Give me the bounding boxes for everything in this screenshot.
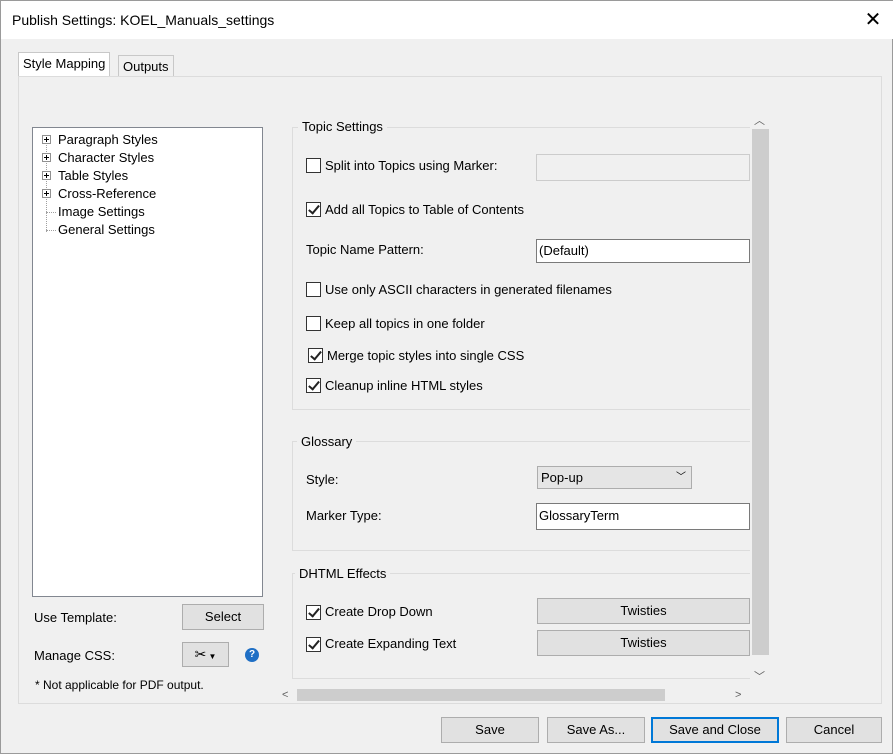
split-marker-input[interactable]: [536, 154, 750, 181]
topic-name-pattern-label: Topic Name Pattern:: [306, 242, 424, 257]
manage-css-label: Manage CSS:: [34, 648, 115, 663]
tree-item-table-styles[interactable]: Table Styles: [58, 168, 128, 184]
tree-item-cross-reference[interactable]: Cross-Reference: [58, 186, 156, 202]
scroll-left-icon[interactable]: <: [282, 689, 288, 701]
chevron-down-icon: ﹀: [676, 472, 686, 483]
cleanup-html-checkbox[interactable]: [306, 378, 321, 393]
tree-item-character-styles[interactable]: Character Styles: [58, 150, 154, 166]
select-template-button[interactable]: Select: [182, 604, 264, 630]
create-expanding-text-label: Create Expanding Text: [325, 636, 457, 651]
tree-item-general-settings[interactable]: General Settings: [58, 222, 155, 238]
style-tree[interactable]: Paragraph Styles Character Styles Table …: [32, 127, 263, 597]
add-toc-label: Add all Topics to Table of Contents: [325, 202, 524, 217]
dhtml-effects-group: [292, 573, 750, 679]
topic-name-pattern-input[interactable]: (Default): [536, 239, 750, 263]
tree-item-paragraph-styles[interactable]: Paragraph Styles: [58, 132, 158, 148]
cancel-button[interactable]: Cancel: [786, 717, 882, 743]
glossary-style-select[interactable]: Pop-up ﹀: [537, 466, 692, 489]
glossary-group: [292, 441, 750, 551]
merge-css-checkbox[interactable]: [308, 348, 323, 363]
ascii-filenames-label: Use only ASCII characters in generated f…: [325, 282, 612, 297]
expand-icon[interactable]: [42, 135, 51, 144]
tree-item-image-settings[interactable]: Image Settings: [58, 204, 145, 220]
chevron-down-icon: ▼: [206, 652, 217, 661]
save-button[interactable]: Save: [441, 717, 539, 743]
one-folder-label: Keep all topics in one folder: [325, 316, 485, 331]
tab-style-mapping[interactable]: Style Mapping: [18, 52, 111, 76]
manage-css-button[interactable]: ✂ ▼: [182, 642, 229, 667]
topic-settings-title: Topic Settings: [298, 119, 387, 134]
title-bar: Publish Settings: KOEL_Manuals_settings …: [1, 1, 893, 39]
glossary-title: Glossary: [297, 434, 357, 449]
expand-icon[interactable]: [42, 153, 51, 162]
drop-down-twisties-button[interactable]: Twisties: [537, 598, 750, 624]
add-toc-checkbox[interactable]: [306, 202, 321, 217]
tree-guide-line: [46, 212, 56, 213]
pdf-note: * Not applicable for PDF output.: [35, 678, 204, 692]
split-topics-label: Split into Topics using Marker:: [325, 158, 498, 173]
expand-icon[interactable]: [42, 189, 51, 198]
save-as-button[interactable]: Save As...: [547, 717, 645, 743]
expanding-text-twisties-button[interactable]: Twisties: [537, 630, 750, 656]
split-topics-checkbox[interactable]: [306, 158, 321, 173]
tab-outputs[interactable]: Outputs: [118, 55, 174, 77]
create-drop-down-label: Create Drop Down: [325, 604, 433, 619]
use-template-label: Use Template:: [34, 610, 117, 625]
horizontal-scrollbar-thumb[interactable]: [297, 689, 665, 701]
help-icon[interactable]: ?: [245, 648, 259, 662]
expand-icon[interactable]: [42, 171, 51, 180]
vertical-scrollbar-thumb[interactable]: [752, 129, 769, 655]
dialog-title: Publish Settings: KOEL_Manuals_settings: [12, 12, 275, 28]
save-and-close-button[interactable]: Save and Close: [651, 717, 779, 743]
cleanup-html-label: Cleanup inline HTML styles: [325, 378, 483, 393]
glossary-style-value: Pop-up: [541, 470, 583, 485]
create-drop-down-checkbox[interactable]: [306, 605, 321, 620]
marker-type-input[interactable]: GlossaryTerm: [536, 503, 750, 530]
tree-guide-line: [46, 230, 56, 231]
close-icon[interactable]: ✕: [859, 7, 887, 33]
create-expanding-text-checkbox[interactable]: [306, 637, 321, 652]
merge-css-label: Merge topic styles into single CSS: [327, 348, 525, 363]
dhtml-effects-title: DHTML Effects: [295, 566, 391, 581]
ascii-filenames-checkbox[interactable]: [306, 282, 321, 297]
tools-icon: ✂: [194, 646, 207, 662]
marker-type-label: Marker Type:: [306, 508, 382, 523]
one-folder-checkbox[interactable]: [306, 316, 321, 331]
glossary-style-label: Style:: [306, 472, 339, 487]
scroll-down-icon[interactable]: ﹀: [754, 668, 765, 684]
scroll-up-icon[interactable]: ︿: [754, 112, 765, 128]
scroll-right-icon[interactable]: >: [735, 689, 741, 701]
